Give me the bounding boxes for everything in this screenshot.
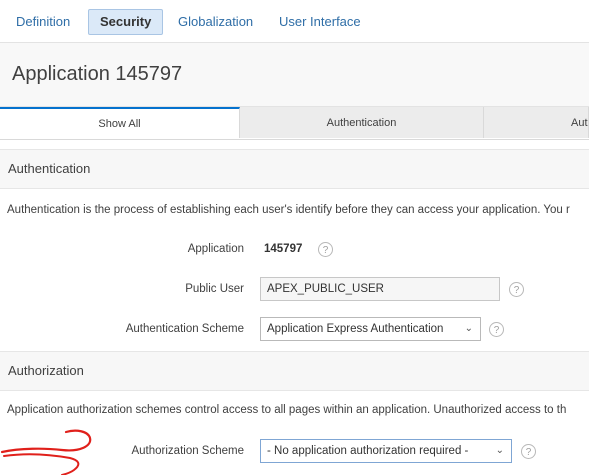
authorization-description: Application authorization schemes contro… <box>7 404 567 416</box>
application-label: Application <box>187 243 244 255</box>
help-icon[interactable]: ? <box>509 282 524 297</box>
application-value: 145797 <box>264 243 303 255</box>
title-bar: Application 145797 <box>0 43 589 107</box>
authorization-scheme-select[interactable]: - No application authorization required … <box>260 439 512 463</box>
authentication-scheme-select[interactable]: Application Express Authentication ⌄ <box>260 317 481 341</box>
nav-user-interface[interactable]: User Interface <box>273 10 367 34</box>
help-icon[interactable]: ? <box>318 242 333 257</box>
authorization-section-header: Authorization <box>0 351 589 391</box>
red-annotation-arrow-icon <box>0 429 92 475</box>
authorization-heading: Authorization <box>8 363 84 378</box>
authorization-scheme-value: - No application authorization required … <box>267 445 469 457</box>
help-icon[interactable]: ? <box>521 444 536 459</box>
public-user-label: Public User <box>185 283 244 295</box>
authentication-section-header: Authentication <box>0 149 589 189</box>
authentication-heading: Authentication <box>8 161 91 176</box>
help-icon[interactable]: ? <box>489 322 504 337</box>
tab-authorization-partial[interactable]: Aut <box>484 107 589 138</box>
nav-security[interactable]: Security <box>88 9 164 35</box>
tab-show-all[interactable]: Show All <box>0 107 240 138</box>
page-title: Application 145797 <box>12 63 183 85</box>
authentication-description: Authentication is the process of establi… <box>7 204 570 216</box>
top-navigation: Definition Security Globalization User I… <box>0 0 589 43</box>
authentication-scheme-label: Authentication Scheme <box>125 323 244 335</box>
tab-authentication[interactable]: Authentication <box>240 107 484 138</box>
chevron-down-icon: ⌄ <box>495 445 504 456</box>
region-tabs: Show All Authentication Aut <box>0 107 589 140</box>
app-page: Definition Security Globalization User I… <box>0 0 589 475</box>
chevron-down-icon: ⌄ <box>464 323 473 334</box>
nav-definition[interactable]: Definition <box>10 10 76 34</box>
nav-globalization[interactable]: Globalization <box>172 10 259 34</box>
public-user-field[interactable]: APEX_PUBLIC_USER <box>260 277 500 301</box>
authentication-scheme-value: Application Express Authentication <box>267 323 444 335</box>
